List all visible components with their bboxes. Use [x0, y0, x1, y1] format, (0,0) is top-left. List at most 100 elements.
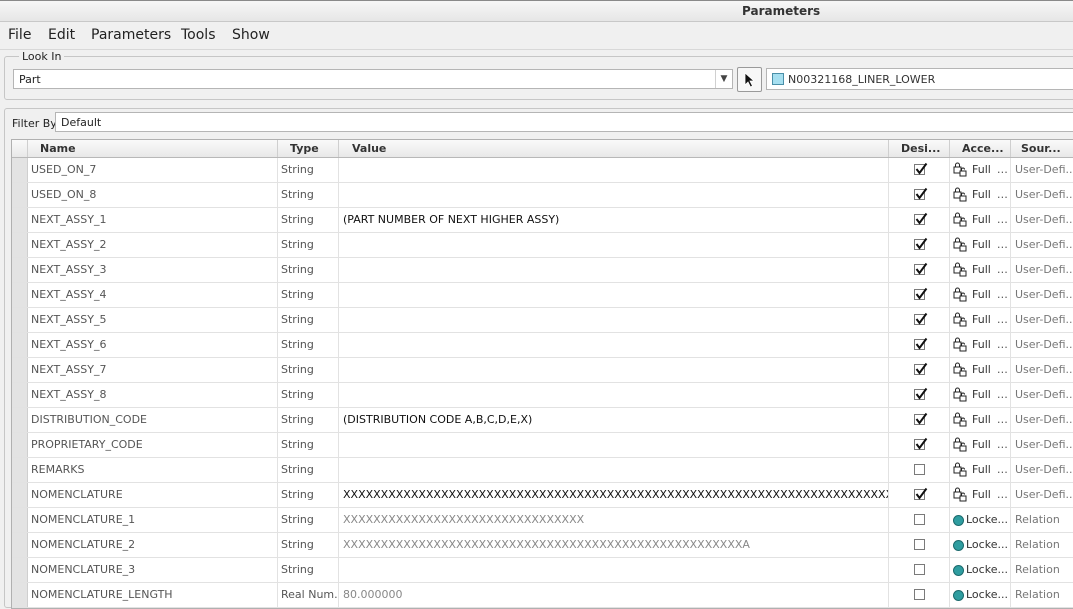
row-header[interactable]: [12, 158, 28, 182]
row-header[interactable]: [12, 533, 28, 557]
row-header[interactable]: [12, 508, 28, 532]
param-value[interactable]: 80.000000: [339, 583, 889, 607]
look-in-select[interactable]: Part ▼: [13, 69, 733, 89]
more-icon[interactable]: …: [997, 188, 1008, 201]
access-cell[interactable]: Full…: [950, 183, 1011, 207]
param-value[interactable]: [339, 458, 889, 482]
access-cell[interactable]: Full…: [950, 408, 1011, 432]
param-value[interactable]: [339, 358, 889, 382]
designate-checkbox[interactable]: [914, 237, 928, 250]
more-icon[interactable]: …: [997, 388, 1008, 401]
row-header[interactable]: [12, 208, 28, 232]
access-cell[interactable]: Full…: [950, 333, 1011, 357]
more-icon[interactable]: …: [997, 438, 1008, 451]
table-row[interactable]: PROPRIETARY_CODE String Full … User-Defi...: [12, 433, 1073, 458]
param-value[interactable]: [339, 183, 889, 207]
designate-checkbox[interactable]: [914, 337, 928, 350]
table-row[interactable]: USED_ON_8 String Full … User-Defi...: [12, 183, 1073, 208]
table-row[interactable]: NOMENCLATURE_2 String XXXXXXXXXXXXXXXXXXXX…: [12, 533, 1073, 558]
table-row[interactable]: NEXT_ASSY_5 String Full … User-Defi...: [12, 308, 1073, 333]
designate-checkbox[interactable]: [914, 212, 928, 225]
table-row[interactable]: REMARKS String Full … User-Defi...: [12, 458, 1073, 483]
param-value[interactable]: [339, 283, 889, 307]
param-value[interactable]: [339, 258, 889, 282]
more-icon[interactable]: …: [997, 338, 1008, 351]
designate-checkbox[interactable]: [914, 162, 928, 175]
param-value[interactable]: [339, 233, 889, 257]
param-value[interactable]: [339, 383, 889, 407]
row-header[interactable]: [12, 383, 28, 407]
access-cell[interactable]: Locke...: [950, 558, 1011, 582]
more-icon[interactable]: …: [997, 238, 1008, 251]
access-cell[interactable]: Full…: [950, 483, 1011, 507]
param-value[interactable]: (DISTRIBUTION CODE A,B,C,D,E,X): [339, 408, 889, 432]
more-icon[interactable]: …: [997, 263, 1008, 276]
designate-checkbox[interactable]: [914, 589, 925, 600]
table-row[interactable]: NEXT_ASSY_8 String Full … User-Defi...: [12, 383, 1073, 408]
table-row[interactable]: NOMENCLATURE_3 String Locke... Relation: [12, 558, 1073, 583]
access-cell[interactable]: Locke...: [950, 583, 1011, 607]
designate-checkbox[interactable]: [914, 262, 928, 275]
access-cell[interactable]: Full…: [950, 458, 1011, 482]
row-header[interactable]: [12, 458, 28, 482]
access-cell[interactable]: Full…: [950, 383, 1011, 407]
access-cell[interactable]: Full…: [950, 283, 1011, 307]
table-row[interactable]: NOMENCLATURE_1 String XXXXXXXXXXXXXXXXXXXX…: [12, 508, 1073, 533]
designate-checkbox[interactable]: [914, 412, 928, 425]
designate-checkbox[interactable]: [914, 287, 928, 300]
table-row[interactable]: NEXT_ASSY_3 String Full … User-Defi...: [12, 258, 1073, 283]
param-value[interactable]: [339, 433, 889, 457]
access-cell[interactable]: Full…: [950, 158, 1011, 182]
designate-checkbox[interactable]: [914, 362, 928, 375]
designate-checkbox[interactable]: [914, 437, 928, 450]
more-icon[interactable]: …: [997, 213, 1008, 226]
menu-file[interactable]: File: [8, 27, 31, 43]
row-header[interactable]: [12, 258, 28, 282]
access-cell[interactable]: Locke...: [950, 508, 1011, 532]
param-value[interactable]: [339, 308, 889, 332]
table-row[interactable]: NEXT_ASSY_2 String Full … User-Defi...: [12, 233, 1073, 258]
table-row[interactable]: NEXT_ASSY_4 String Full … User-Defi...: [12, 283, 1073, 308]
row-header[interactable]: [12, 483, 28, 507]
table-row[interactable]: USED_ON_7 String Full … User-Defi...: [12, 158, 1073, 183]
row-header[interactable]: [12, 558, 28, 582]
row-header[interactable]: [12, 433, 28, 457]
param-value[interactable]: [339, 558, 889, 582]
param-value[interactable]: [339, 333, 889, 357]
access-cell[interactable]: Full…: [950, 308, 1011, 332]
column-header-name[interactable]: Name: [28, 140, 278, 157]
access-cell[interactable]: Full…: [950, 208, 1011, 232]
table-row[interactable]: NEXT_ASSY_7 String Full … User-Defi...: [12, 358, 1073, 383]
more-icon[interactable]: …: [997, 488, 1008, 501]
more-icon[interactable]: …: [997, 163, 1008, 176]
dropdown-arrow-icon[interactable]: ▼: [715, 70, 732, 88]
more-icon[interactable]: …: [997, 363, 1008, 376]
param-value[interactable]: [339, 158, 889, 182]
more-icon[interactable]: …: [997, 313, 1008, 326]
menu-show[interactable]: Show: [232, 27, 270, 43]
row-header[interactable]: [12, 358, 28, 382]
column-header-source[interactable]: Sour...: [1011, 140, 1073, 157]
more-icon[interactable]: …: [997, 288, 1008, 301]
table-row[interactable]: NOMENCLATURE_LENGTH Real Num... 80.000000 L…: [12, 583, 1073, 608]
row-header[interactable]: [12, 183, 28, 207]
column-header-access[interactable]: Acce...: [950, 140, 1011, 157]
table-row[interactable]: NEXT_ASSY_6 String Full … User-Defi...: [12, 333, 1073, 358]
row-header[interactable]: [12, 333, 28, 357]
designate-checkbox[interactable]: [914, 464, 925, 475]
menu-parameters[interactable]: Parameters: [91, 27, 171, 43]
column-header-value[interactable]: Value: [339, 140, 889, 157]
access-cell[interactable]: Full…: [950, 233, 1011, 257]
designate-checkbox[interactable]: [914, 487, 928, 500]
designate-checkbox[interactable]: [914, 514, 925, 525]
table-row[interactable]: NOMENCLATURE String XXXXXXXXXXXXXXXXXXXXXX…: [12, 483, 1073, 508]
access-cell[interactable]: Full…: [950, 433, 1011, 457]
column-header-type[interactable]: Type: [278, 140, 339, 157]
row-header[interactable]: [12, 308, 28, 332]
table-row[interactable]: NEXT_ASSY_1 String (PART NUMBER OF NEXT HI…: [12, 208, 1073, 233]
designate-checkbox[interactable]: [914, 564, 925, 575]
access-cell[interactable]: Full…: [950, 358, 1011, 382]
menu-edit[interactable]: Edit: [48, 27, 75, 43]
designate-checkbox[interactable]: [914, 187, 928, 200]
row-header[interactable]: [12, 233, 28, 257]
